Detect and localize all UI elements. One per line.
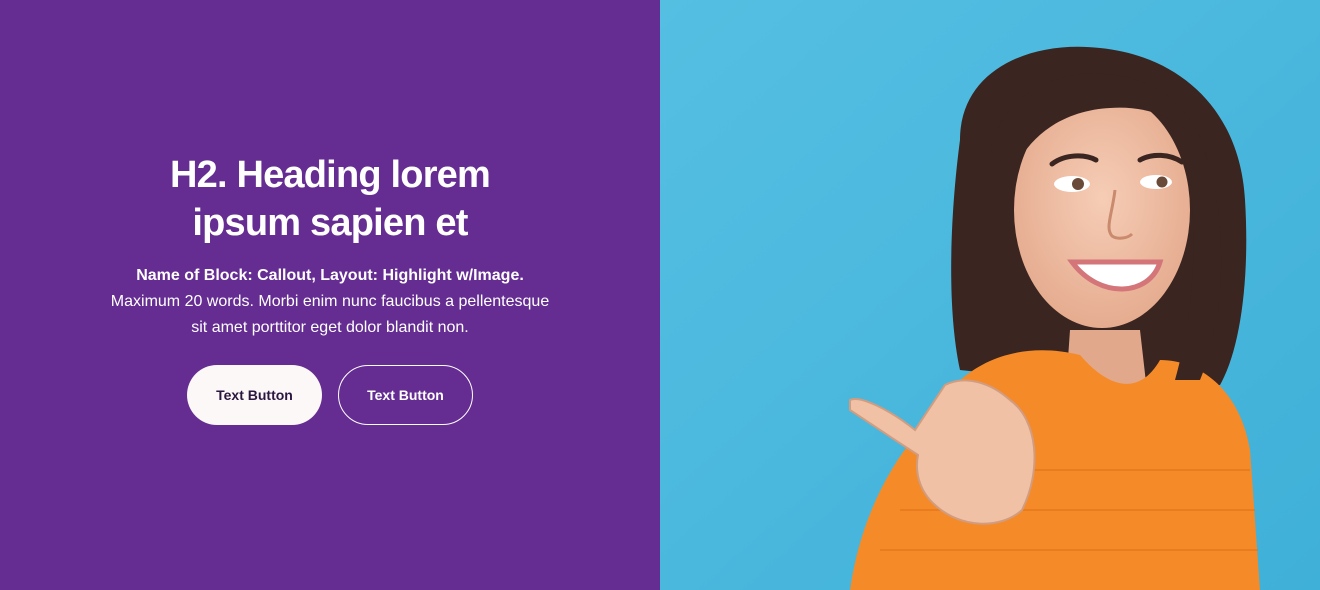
callout-buttons: Text Button Text Button [187, 365, 473, 425]
callout-body: Name of Block: Callout, Layout: Highligh… [110, 263, 550, 341]
callout-lead-text: Name of Block: Callout, Layout: Highligh… [136, 267, 524, 284]
hero-image [660, 0, 1320, 590]
left-iris [1072, 178, 1084, 190]
callout-body-text: Maximum 20 words. Morbi enim nunc faucib… [110, 293, 550, 336]
callout-text-panel: H2. Heading lorem ipsum sapien et Name o… [0, 0, 660, 590]
callout-heading: H2. Heading lorem ipsum sapien et [169, 154, 491, 244]
woman-pointing-illustration [660, 0, 1320, 590]
primary-text-button[interactable]: Text Button [187, 365, 322, 425]
right-iris [1156, 176, 1168, 188]
callout-block: H2. Heading lorem ipsum sapien et Name o… [0, 0, 1320, 590]
secondary-text-button[interactable]: Text Button [338, 365, 473, 425]
